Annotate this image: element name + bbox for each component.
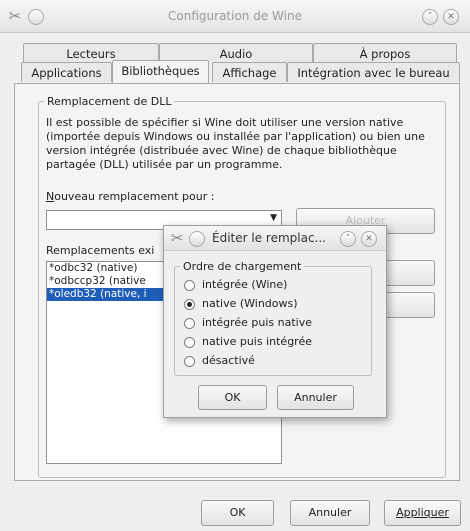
radio-native[interactable] (184, 299, 195, 310)
tab-integration-bureau[interactable]: Intégration avec le bureau (287, 62, 460, 82)
description-line: (importée depuis Windows ou installée pa… (46, 130, 425, 143)
tab-bibliotheques[interactable]: Bibliothèques (112, 60, 209, 83)
cancel-button[interactable]: Annuler (290, 500, 370, 526)
radio-builtin-label[interactable]: intégrée (Wine) (202, 278, 287, 291)
dialog-cancel-button[interactable]: Annuler (277, 385, 354, 410)
radio-disabled[interactable] (184, 356, 195, 367)
edit-override-dialog: ✂ Éditer le remplac... ˅ ✕ Ordre de char… (163, 225, 387, 418)
radio-native-then-builtin-label[interactable]: native puis intégrée (202, 335, 312, 348)
radio-disabled-label[interactable]: désactivé (202, 354, 255, 367)
window-title: Configuration de Wine (168, 9, 302, 23)
existing-overrides-label: Remplacements exi (46, 244, 155, 257)
radio-native-then-builtin[interactable] (184, 337, 195, 348)
radio-builtin[interactable] (184, 280, 195, 291)
close-icon[interactable]: ✕ (443, 9, 459, 25)
title-bar: ✂ Configuration de Wine ˅ ✕ (0, 0, 470, 33)
chevron-down-icon[interactable]: ▼ (270, 213, 277, 223)
ok-button[interactable]: OK (201, 500, 274, 526)
new-override-label: Nouveau remplacement pour : (46, 190, 215, 203)
description-line: partagée (DLL) utilisée par un programme… (46, 158, 283, 171)
load-order-title: Ordre de chargement (180, 260, 305, 273)
radio-builtin-then-native[interactable] (184, 318, 195, 329)
tab-applications[interactable]: Applications (21, 62, 112, 82)
tab-a-propos[interactable]: À propos (313, 43, 457, 63)
tab-affichage[interactable]: Affichage (212, 62, 287, 82)
dialog-title: Éditer le remplac... (212, 231, 326, 245)
description-line: Il est possible de spécifier si Wine doi… (46, 116, 404, 129)
close-icon[interactable]: ✕ (361, 231, 377, 247)
minimize-icon[interactable]: ˅ (422, 9, 438, 25)
dll-group-title: Remplacement de DLL (44, 95, 175, 108)
tools-icon: ✂ (170, 229, 184, 247)
description-line: version intégrée (distribuée avec Wine) … (46, 144, 397, 157)
dialog-ok-button[interactable]: OK (198, 385, 267, 410)
dialog-title-bar: ✂ Éditer le remplac... ˅ ✕ (164, 226, 386, 251)
radio-builtin-then-native-label[interactable]: intégrée puis native (202, 316, 312, 329)
radio-native-label[interactable]: native (Windows) (202, 297, 298, 310)
minimize-icon[interactable]: ˅ (340, 231, 356, 247)
dll-description: Il est possible de spécifier si Wine doi… (46, 116, 441, 172)
apply-button[interactable]: Appliquer (384, 500, 461, 526)
window-menu-icon[interactable] (189, 231, 205, 247)
